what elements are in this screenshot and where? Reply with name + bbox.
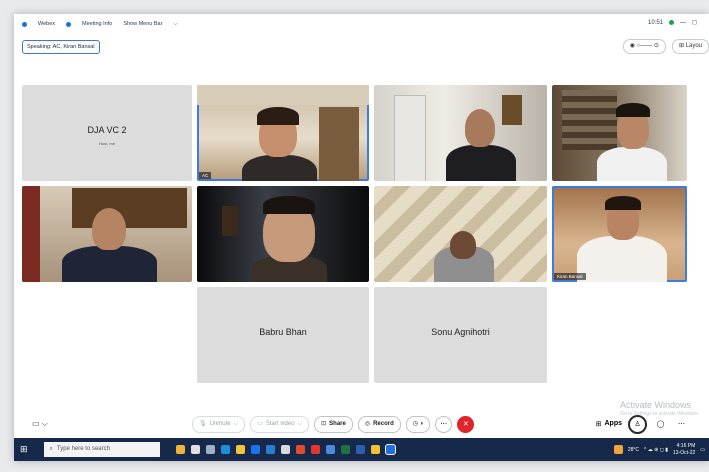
chrome-icon[interactable]	[310, 445, 320, 454]
layout-icon: ⊞	[678, 43, 686, 49]
top-menu-bar: Webex Meeting Info Show Menu Bar ⌵ 10:51…	[14, 14, 709, 34]
notification-icon[interactable]: ▭	[700, 447, 705, 453]
chat-icon[interactable]: ◯	[653, 416, 668, 432]
sticky-notes-icon[interactable]	[370, 445, 380, 454]
layout-button[interactable]: ⊞ Layou	[671, 39, 709, 54]
meeting-clock: 10:51	[648, 19, 664, 26]
taskbar-search-box[interactable]: ⌕ Type here to search	[43, 442, 160, 457]
tile-dja-vc2[interactable]: DJA VC 2 Host, me	[22, 85, 192, 181]
record-button[interactable]: ◎ Record	[357, 415, 401, 433]
minimize-icon[interactable]: —	[680, 20, 686, 26]
camera-off-icon: ▭	[257, 420, 263, 427]
participant-name-tag: Kiran Bansal	[554, 273, 586, 280]
layout-label: Layou	[685, 43, 702, 49]
restore-icon[interactable]: ◻	[692, 19, 697, 26]
info-icon	[66, 21, 72, 27]
activate-windows-title: Activate Windows	[619, 400, 691, 410]
chevron-down-icon[interactable]: ⌵	[173, 21, 177, 28]
word-icon[interactable]	[265, 445, 275, 454]
top-right-controls: ◉ ○—— ⊙ ⊞ Layou	[622, 39, 709, 54]
video-tile-participant-5[interactable]	[22, 186, 192, 282]
paint-icon[interactable]	[325, 445, 335, 454]
microphone-muted-icon: 🎙	[199, 420, 207, 427]
webex-active-icon[interactable]	[384, 444, 396, 455]
start-video-button[interactable]: ▭ Start video ⌵	[250, 415, 310, 433]
office-icon[interactable]	[295, 445, 305, 454]
share-label: Share	[329, 420, 346, 427]
video-tile-ac[interactable]: AC	[197, 85, 369, 181]
search-icon: ⌕	[49, 446, 53, 452]
tray-icons[interactable]: ^ ☁ ⊕ ◻ ▮	[644, 447, 668, 453]
menu-show-menu-bar[interactable]: Show Menu Bar	[123, 21, 162, 27]
video-tile-participant-7[interactable]	[374, 186, 547, 282]
start-video-label: Start video	[265, 420, 295, 427]
participants-icon[interactable]: ♙	[628, 414, 647, 434]
share-button[interactable]: ⊡ Share	[314, 415, 353, 433]
tile-babru-bhan[interactable]: Babru Bhan	[197, 287, 369, 383]
connection-status-icon	[669, 20, 675, 25]
meeting-controls: ▭ ⌵ 🎙 Unmute ⌵ ▭ Start video ⌵ ⊡ Share ◎ Recor…	[14, 412, 709, 436]
file-explorer-icon[interactable]	[235, 445, 245, 454]
reactions-button[interactable]: ◷ ◑	[405, 415, 431, 433]
temperature: 28°C	[627, 446, 640, 453]
task-view-icon[interactable]	[205, 445, 215, 454]
webex-window: Webex Meeting Info Show Menu Bar ⌵ 10:51…	[14, 14, 709, 461]
participant-name: Babru Bhan	[259, 327, 307, 338]
participant-name-tag: AC	[199, 172, 212, 179]
tile-sonu-agnihotri[interactable]: Sonu Agnihotri	[374, 287, 547, 383]
notepad-icon[interactable]	[280, 445, 290, 454]
excel-icon[interactable]	[340, 445, 350, 454]
windows-start-icon[interactable]: ⊞	[20, 444, 28, 455]
video-tile-kiran-bansal[interactable]: Kiran Bansal	[552, 186, 687, 282]
taskbar-time: 4:16 PM	[676, 442, 696, 449]
video-tile-participant-4[interactable]	[552, 85, 687, 181]
record-icon: ◎	[364, 420, 371, 427]
apps-label: Apps	[604, 420, 623, 427]
chat-options-icon[interactable]: ▭ ⌵	[32, 419, 48, 429]
windows-taskbar: ⊞ ⌕ Type here to search 28°C ^ ☁ ⊕ ◻ ▮ 4:…	[14, 438, 709, 461]
leave-meeting-button[interactable]: ✕	[457, 415, 475, 433]
more-options-icon[interactable]: ⋯	[435, 415, 453, 433]
unmute-button[interactable]: 🎙 Unmute ⌵	[192, 415, 246, 433]
share-icon: ⊡	[321, 420, 327, 427]
volume-slider[interactable]: ◉ ○—— ⊙	[622, 39, 666, 54]
apps-icon: ⊞	[595, 421, 602, 428]
menu-meeting-info[interactable]: Meeting Info	[82, 21, 112, 27]
speaking-indicator: Speaking: AC, Kiran Bansal	[22, 40, 100, 54]
taskbar-date: 13-Oct-22	[673, 449, 696, 456]
participant-role: Host, me	[98, 140, 115, 146]
webex-taskbar-icon[interactable]	[355, 445, 365, 454]
menu-webex[interactable]: Webex	[38, 21, 55, 27]
video-tile-participant-3[interactable]	[374, 85, 547, 181]
weather-icon	[613, 445, 623, 454]
more-panels-icon[interactable]: ⋯	[674, 416, 689, 432]
video-tile-participant-6[interactable]	[197, 186, 369, 282]
record-label: Record	[373, 420, 394, 427]
participant-name: Sonu Agnihotri	[431, 327, 490, 338]
weather-widget-icon[interactable]	[175, 445, 185, 454]
unmute-label: Unmute	[209, 420, 231, 427]
mail-icon[interactable]	[250, 445, 260, 454]
edge-icon[interactable]	[220, 445, 230, 454]
apps-button[interactable]: ⊞ Apps	[596, 420, 622, 428]
webex-logo-icon	[22, 21, 27, 27]
chevron-down-icon: ⌵	[233, 420, 239, 427]
participant-name: DJA VC 2	[87, 125, 127, 136]
chevron-down-icon: ⌵	[297, 420, 303, 427]
search-placeholder: Type here to search	[56, 446, 110, 452]
cortana-icon[interactable]	[190, 445, 200, 454]
